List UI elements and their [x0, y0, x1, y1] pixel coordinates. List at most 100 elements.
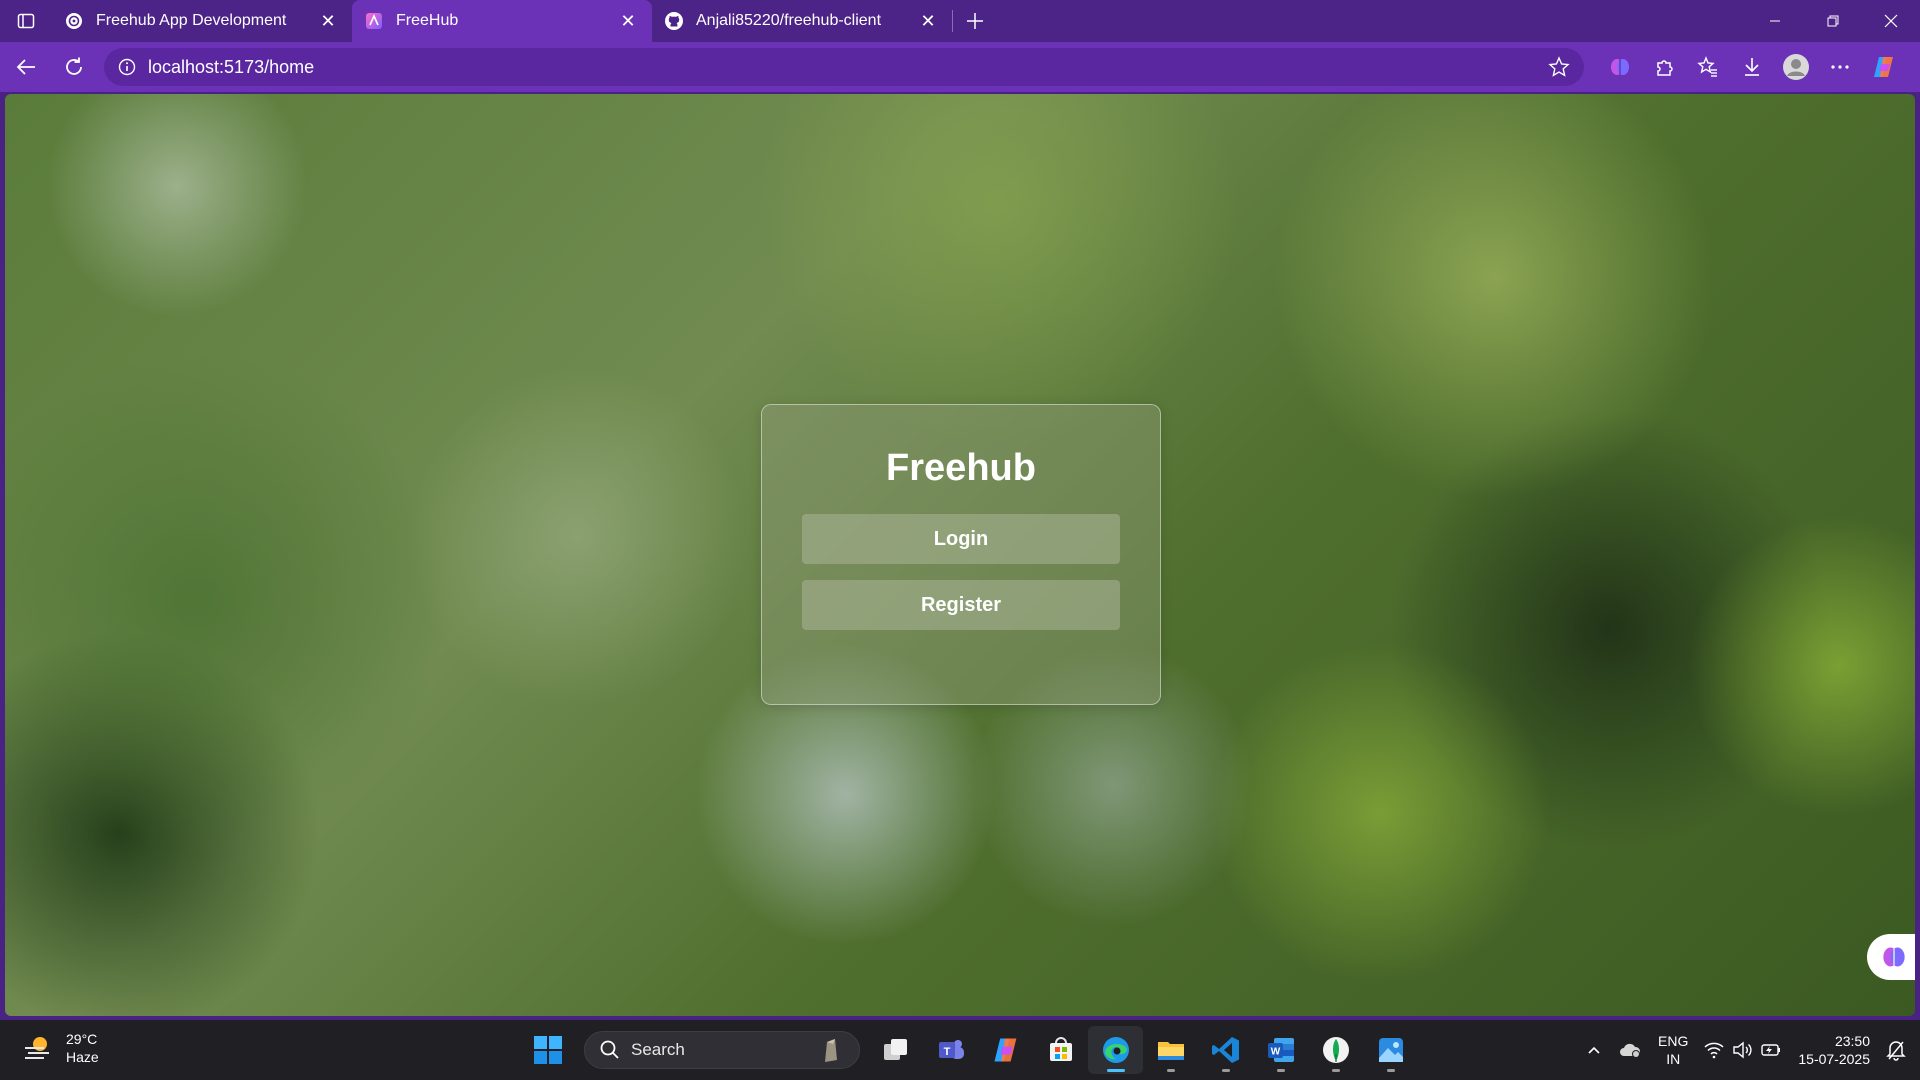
weather-widget[interactable]: 29°C Haze: [22, 1030, 99, 1066]
close-tab-icon[interactable]: ✕: [918, 11, 938, 31]
register-button[interactable]: Register: [802, 580, 1120, 630]
copilot-icon: [993, 1038, 1016, 1062]
tab-actions-button[interactable]: [0, 0, 52, 42]
window-controls: [1746, 0, 1920, 42]
notification-bell-icon: [1886, 1041, 1906, 1061]
language-code: ENG: [1658, 1033, 1689, 1049]
copilot-app[interactable]: [978, 1026, 1033, 1074]
github-icon: [664, 11, 684, 31]
running-indicator: [1166, 1069, 1175, 1072]
vscode-icon: [1211, 1037, 1239, 1063]
microsoft-store-app[interactable]: [1033, 1026, 1088, 1074]
notifications-button[interactable]: [1878, 1020, 1920, 1080]
new-tab-button[interactable]: [953, 0, 997, 42]
show-hidden-icons-button[interactable]: [1578, 1020, 1610, 1080]
brain-icon: [1883, 947, 1905, 967]
taskbar: 29°C Haze Search T W ENG IN 23:50 15-07-…: [0, 1020, 1920, 1080]
svg-text:W: W: [1270, 1047, 1280, 1058]
mongodb-compass-app[interactable]: [1308, 1026, 1363, 1074]
tab-title: Freehub App Development: [96, 12, 287, 29]
quick-settings-button[interactable]: [1696, 1020, 1790, 1080]
settings-more-button[interactable]: [1818, 47, 1862, 87]
language-indicator[interactable]: ENG IN: [1650, 1020, 1696, 1080]
puzzle-icon: [1657, 60, 1673, 76]
downloads-button[interactable]: [1730, 47, 1774, 87]
windows-logo-icon: [534, 1036, 562, 1064]
avatar-icon: [1783, 54, 1809, 80]
copilot-button[interactable]: [1862, 47, 1906, 87]
tab-github-freehub-client[interactable]: Anjali85220/freehub-client ✕: [652, 0, 952, 42]
favorites-button[interactable]: [1686, 47, 1730, 87]
search-highlight-icon: [825, 1039, 837, 1062]
weather-temperature: 29°C: [66, 1031, 98, 1047]
download-icon: [1745, 58, 1759, 76]
clock[interactable]: 23:50 15-07-2025: [1790, 1020, 1878, 1080]
onedrive-tray[interactable]: [1610, 1020, 1650, 1080]
vscode-app[interactable]: [1198, 1026, 1253, 1074]
profile-button[interactable]: [1774, 47, 1818, 87]
site-info-icon[interactable]: [116, 56, 138, 78]
tab-bar: Freehub App Development ✕ FreeHub ✕ Anja…: [0, 0, 1920, 42]
file-explorer-icon: [1157, 1042, 1184, 1060]
refresh-icon: [66, 57, 82, 75]
active-indicator: [1106, 1069, 1125, 1072]
minimize-button[interactable]: [1746, 0, 1804, 42]
running-indicator: [1331, 1069, 1340, 1072]
running-indicator: [1221, 1069, 1230, 1072]
taskbar-apps: Search T W: [524, 1026, 1418, 1074]
teams-icon: T: [938, 1040, 964, 1059]
extensions-button[interactable]: [1642, 47, 1686, 87]
store-icon: [1049, 1037, 1072, 1061]
word-app[interactable]: W: [1253, 1026, 1308, 1074]
close-tab-icon[interactable]: ✕: [318, 11, 338, 31]
running-indicator: [1386, 1069, 1395, 1072]
vite-app-icon: [364, 11, 384, 31]
address-bar[interactable]: localhost:5173/home: [104, 48, 1584, 86]
cloud-icon: [1620, 1043, 1641, 1058]
search-label: Search: [631, 1040, 685, 1059]
plus-icon: [967, 13, 983, 29]
close-tab-icon[interactable]: ✕: [618, 11, 638, 31]
start-button[interactable]: [524, 1026, 572, 1074]
more-icon: [1831, 65, 1849, 69]
refresh-button[interactable]: [52, 47, 96, 87]
login-button[interactable]: Login: [802, 514, 1120, 564]
tab-freehub-app-development[interactable]: Freehub App Development ✕: [52, 0, 352, 42]
ai-assistant-floating-button[interactable]: [1867, 934, 1915, 980]
favorites-icon: [1697, 56, 1717, 77]
volume-icon: [1733, 1041, 1752, 1059]
system-tray: ENG IN 23:50 15-07-2025: [1578, 1020, 1920, 1080]
tab-title: FreeHub: [396, 12, 459, 29]
restore-icon: [1827, 15, 1839, 27]
favorite-star-icon[interactable]: [1546, 54, 1572, 80]
page-viewport: Freehub Login Register: [5, 94, 1915, 1016]
clock-time: 23:50: [1834, 1033, 1870, 1049]
brain-icon: [1611, 59, 1629, 75]
haze-icon: [25, 1037, 49, 1059]
photos-app[interactable]: [1363, 1026, 1418, 1074]
page-title: Freehub: [886, 447, 1036, 489]
tab-freehub[interactable]: FreeHub ✕: [352, 0, 652, 42]
ai-assistant-button[interactable]: [1598, 47, 1642, 87]
tab-actions-icon: [17, 13, 35, 29]
close-window-button[interactable]: [1862, 0, 1920, 42]
weather-description: Haze: [66, 1049, 99, 1065]
file-explorer-app[interactable]: [1143, 1026, 1198, 1074]
mongodb-compass-icon: [1322, 1037, 1349, 1063]
task-view-button[interactable]: [868, 1026, 923, 1074]
back-arrow-icon: [16, 59, 35, 75]
back-button[interactable]: [4, 47, 48, 87]
teams-app[interactable]: T: [923, 1026, 978, 1074]
restore-button[interactable]: [1804, 0, 1862, 42]
svg-text:T: T: [943, 1046, 950, 1058]
task-view-icon: [883, 1039, 907, 1060]
taskbar-search[interactable]: Search: [584, 1031, 860, 1069]
chevron-up-icon: [1588, 1046, 1600, 1054]
search-icon: [600, 1040, 619, 1059]
edge-app[interactable]: [1088, 1026, 1143, 1074]
running-indicator: [1276, 1069, 1285, 1072]
browser-toolbar: localhost:5173/home: [0, 42, 1920, 92]
close-icon: [1884, 14, 1898, 28]
wifi-icon: [1704, 1042, 1724, 1059]
toolbar-icons: [1598, 47, 1906, 87]
